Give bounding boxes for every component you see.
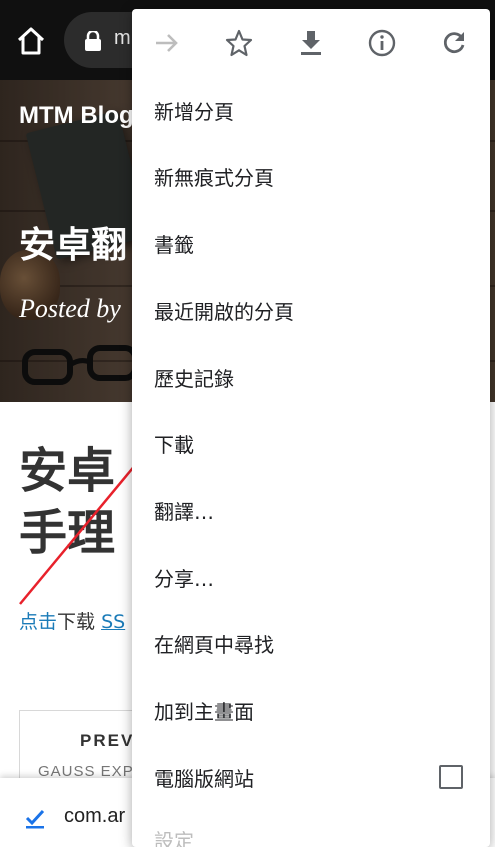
bookmark-star-button[interactable] bbox=[222, 26, 256, 60]
refresh-button[interactable] bbox=[437, 26, 471, 60]
menu-icon-row bbox=[132, 9, 490, 77]
menu-item-label: 歷史記錄 bbox=[154, 366, 234, 391]
menu-item-label: 設定 bbox=[154, 829, 194, 847]
home-icon bbox=[17, 27, 45, 55]
menu-item-translate[interactable]: 翻譯… bbox=[132, 477, 490, 543]
menu-item-bookmarks[interactable]: 書籤 bbox=[132, 210, 490, 276]
menu-item-add-to-home-screen[interactable]: 加到主畫面 bbox=[132, 677, 490, 743]
download-page-button[interactable] bbox=[294, 26, 328, 60]
menu-item-new-tab[interactable]: 新增分頁 bbox=[132, 77, 490, 143]
menu-item-label: 書籤 bbox=[154, 232, 194, 257]
menu-item-label: 新無痕式分頁 bbox=[154, 165, 274, 190]
page-info-button[interactable] bbox=[365, 26, 399, 60]
menu-item-recent-tabs[interactable]: 最近開啟的分頁 bbox=[132, 277, 490, 343]
check-icon bbox=[25, 809, 45, 829]
lock-icon bbox=[85, 31, 101, 51]
menu-item-label: 加到主畫面 bbox=[154, 699, 254, 724]
url-text: m bbox=[114, 27, 131, 49]
menu-item-label: 翻譯… bbox=[154, 499, 214, 524]
click-text: 点击 bbox=[19, 611, 58, 633]
info-icon bbox=[368, 29, 396, 57]
hero-heading: 安卓翻 bbox=[19, 225, 128, 266]
menu-item-find-in-page[interactable]: 在網頁中尋找 bbox=[132, 610, 490, 676]
article-link[interactable]: SS bbox=[101, 611, 125, 633]
refresh-icon bbox=[443, 32, 465, 54]
download-filename: com.ar bbox=[64, 805, 126, 827]
menu-item-label: 分享… bbox=[154, 566, 214, 591]
menu-item-history[interactable]: 歷史記錄 bbox=[132, 344, 490, 410]
article-title: 安卓手理 bbox=[19, 443, 116, 561]
download-icon bbox=[301, 31, 321, 55]
menu-item-new-incognito-tab[interactable]: 新無痕式分頁 bbox=[132, 143, 490, 209]
menu-item-downloads[interactable]: 下載 bbox=[132, 410, 490, 476]
menu-item-share[interactable]: 分享… bbox=[132, 544, 490, 610]
menu-item-desktop-site[interactable]: 電腦版網站 bbox=[132, 744, 490, 810]
menu-item-label: 新增分頁 bbox=[154, 99, 234, 124]
menu-item-settings[interactable]: 設定 bbox=[132, 825, 490, 847]
home-button[interactable] bbox=[14, 24, 48, 58]
desktop-site-checkbox[interactable] bbox=[439, 765, 463, 789]
download-text: 下载 bbox=[57, 611, 102, 633]
prev-label: PREV bbox=[80, 731, 135, 750]
menu-item-label: 最近開啟的分頁 bbox=[154, 299, 294, 324]
forward-button[interactable] bbox=[150, 26, 184, 60]
menu-item-label: 在網頁中尋找 bbox=[154, 632, 274, 657]
article-text: 点击下载 SS bbox=[19, 607, 125, 634]
post-meta: Posted by bbox=[19, 294, 121, 323]
blog-title[interactable]: MTM Blog bbox=[19, 102, 134, 130]
menu-item-label: 下載 bbox=[154, 432, 194, 457]
overflow-menu: 新增分頁 新無痕式分頁 書籤 最近開啟的分頁 歷史記錄 下載 翻譯… 分享… 在… bbox=[132, 9, 490, 847]
star-icon bbox=[225, 29, 253, 57]
forward-icon bbox=[156, 34, 178, 52]
menu-item-label: 電腦版網站 bbox=[154, 766, 254, 791]
